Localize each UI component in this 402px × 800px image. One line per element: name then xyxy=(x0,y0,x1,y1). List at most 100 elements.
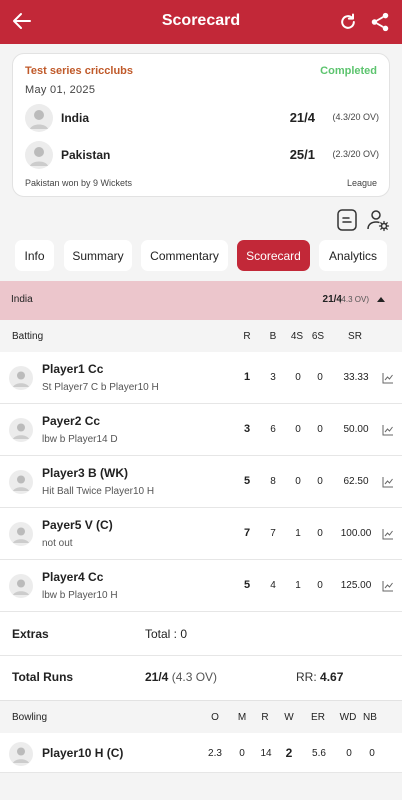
chart-icon[interactable] xyxy=(382,476,394,488)
batter-fours: 1 xyxy=(295,580,301,591)
col-maidens: M xyxy=(237,712,247,723)
batter-row[interactable]: Player1 Cc St Player7 C b Player10 H 1 3… xyxy=(0,352,402,404)
col-bowler-runs: R xyxy=(261,712,269,723)
col-no-balls: NB xyxy=(363,712,377,723)
batter-strike-rate: 125.00 xyxy=(340,580,372,591)
batter-sixes: 0 xyxy=(317,528,323,539)
batter-strike-rate: 50.00 xyxy=(343,424,369,435)
innings-header[interactable]: India 21/4 (4.3 OV) xyxy=(0,281,402,320)
team-name: Pakistan xyxy=(61,148,111,162)
team-avatar-icon xyxy=(25,141,53,169)
batter-runs: 1 xyxy=(243,371,251,383)
col-runs: R xyxy=(243,331,251,342)
col-sixes: 6S xyxy=(311,331,325,342)
document-icon[interactable] xyxy=(337,209,357,231)
batter-balls: 3 xyxy=(270,372,276,383)
batter-dismissal: lbw b Player14 D xyxy=(42,434,118,445)
team-avatar-icon xyxy=(25,104,53,132)
total-overs: (4.3 OV) xyxy=(171,670,218,684)
batter-runs: 5 xyxy=(243,475,251,487)
team-score: 21/4 xyxy=(289,110,315,125)
player-avatar-icon xyxy=(9,366,33,390)
batter-balls: 4 xyxy=(270,580,276,591)
bowling-label: Bowling xyxy=(12,712,48,723)
tab-info[interactable]: Info xyxy=(15,240,54,271)
batter-name: Player1 Cc xyxy=(42,362,104,376)
chart-icon[interactable] xyxy=(382,372,394,384)
tab-commentary[interactable]: Commentary xyxy=(141,240,228,271)
batter-sixes: 0 xyxy=(317,424,323,435)
tab-summary[interactable]: Summary xyxy=(64,240,132,271)
batter-name: Player4 Cc xyxy=(42,570,104,584)
batter-row[interactable]: Payer2 Cc lbw b Player14 D 3 6 0 0 50.00 xyxy=(0,404,402,456)
batter-runs: 5 xyxy=(243,579,251,591)
match-date: May 01, 2025 xyxy=(25,84,96,96)
total-score-value: 21/4 xyxy=(145,670,169,684)
batter-name: Player3 B (WK) xyxy=(42,466,129,480)
team-name: India xyxy=(61,111,90,125)
col-wickets: W xyxy=(284,712,294,723)
player-avatar-icon xyxy=(9,522,33,546)
run-rate-label: RR: xyxy=(296,670,317,684)
batter-fours: 1 xyxy=(295,528,301,539)
player-settings-icon[interactable] xyxy=(366,208,390,232)
batter-runs: 3 xyxy=(243,423,251,435)
chart-icon[interactable] xyxy=(382,424,394,436)
team-row-2: Pakistan 25/1 (2.3/20 OV) xyxy=(25,141,379,169)
batter-row[interactable]: Player3 B (WK) Hit Ball Twice Player10 H… xyxy=(0,456,402,508)
batter-fours: 0 xyxy=(295,372,301,383)
batter-dismissal: lbw b Player10 H xyxy=(42,590,118,601)
innings-overs: (4.3 OV) xyxy=(338,295,369,304)
batter-row[interactable]: Player4 Cc lbw b Player10 H 5 4 1 0 125.… xyxy=(0,560,402,612)
batter-balls: 8 xyxy=(270,476,276,487)
tab-analytics[interactable]: Analytics xyxy=(319,240,387,271)
chart-icon[interactable] xyxy=(382,528,394,540)
tab-scorecard[interactable]: Scorecard xyxy=(237,240,310,271)
col-wides: WD xyxy=(339,712,357,723)
list-bottom xyxy=(0,773,402,800)
match-type: League xyxy=(346,178,377,188)
batter-balls: 7 xyxy=(270,528,276,539)
batter-strike-rate: 33.33 xyxy=(343,372,369,383)
batter-dismissal: not out xyxy=(42,538,73,549)
run-rate: RR: 4.67 xyxy=(296,670,343,684)
bowler-wides: 0 xyxy=(346,748,352,759)
col-strike-rate: SR xyxy=(348,331,362,342)
player-avatar-icon xyxy=(9,470,33,494)
extras-value: Total : 0 xyxy=(145,627,188,641)
team-row-1: India 21/4 (4.3/20 OV) xyxy=(25,104,379,132)
total-label: Total Runs xyxy=(12,670,74,684)
team-overs: (4.3/20 OV) xyxy=(332,112,379,122)
batter-name: Payer2 Cc xyxy=(42,414,101,428)
total-runs-row: Total Runs 21/4 (4.3 OV) RR: 4.67 xyxy=(0,656,402,700)
bowler-row[interactable]: Player10 H (C) 2.3 0 14 2 5.6 0 0 xyxy=(0,733,402,773)
match-status-badge: Completed xyxy=(320,65,377,77)
bowler-name: Player10 H (C) xyxy=(42,746,124,760)
batter-fours: 0 xyxy=(295,424,301,435)
batter-sixes: 0 xyxy=(317,580,323,591)
batter-strike-rate: 100.00 xyxy=(340,528,372,539)
bowler-no-balls: 0 xyxy=(369,748,375,759)
chart-icon[interactable] xyxy=(382,580,394,592)
bowler-maidens: 0 xyxy=(239,748,245,759)
batter-sixes: 0 xyxy=(317,372,323,383)
col-fours: 4S xyxy=(290,331,304,342)
batter-sixes: 0 xyxy=(317,476,323,487)
batter-strike-rate: 62.50 xyxy=(343,476,369,487)
team-score: 25/1 xyxy=(289,147,315,162)
refresh-icon[interactable] xyxy=(338,12,358,32)
extras-row: Extras Total : 0 xyxy=(0,612,402,656)
batting-label: Batting xyxy=(12,331,44,342)
batter-dismissal: St Player7 C b Player10 H xyxy=(42,382,159,393)
match-result: Pakistan won by 9 Wickets xyxy=(25,178,133,188)
batter-row[interactable]: Payer5 V (C) not out 7 7 1 0 100.00 xyxy=(0,508,402,560)
bowler-wickets: 2 xyxy=(285,746,293,760)
innings-team: India xyxy=(11,294,33,305)
batter-dismissal: Hit Ball Twice Player10 H xyxy=(42,486,155,497)
bowler-runs: 14 xyxy=(260,748,272,759)
chevron-up-icon[interactable] xyxy=(377,297,385,302)
share-icon[interactable] xyxy=(369,11,391,33)
player-avatar-icon xyxy=(9,574,33,598)
bowler-economy: 5.6 xyxy=(312,748,326,759)
match-summary-card[interactable]: Test series cricclubs Completed May 01, … xyxy=(12,53,390,197)
